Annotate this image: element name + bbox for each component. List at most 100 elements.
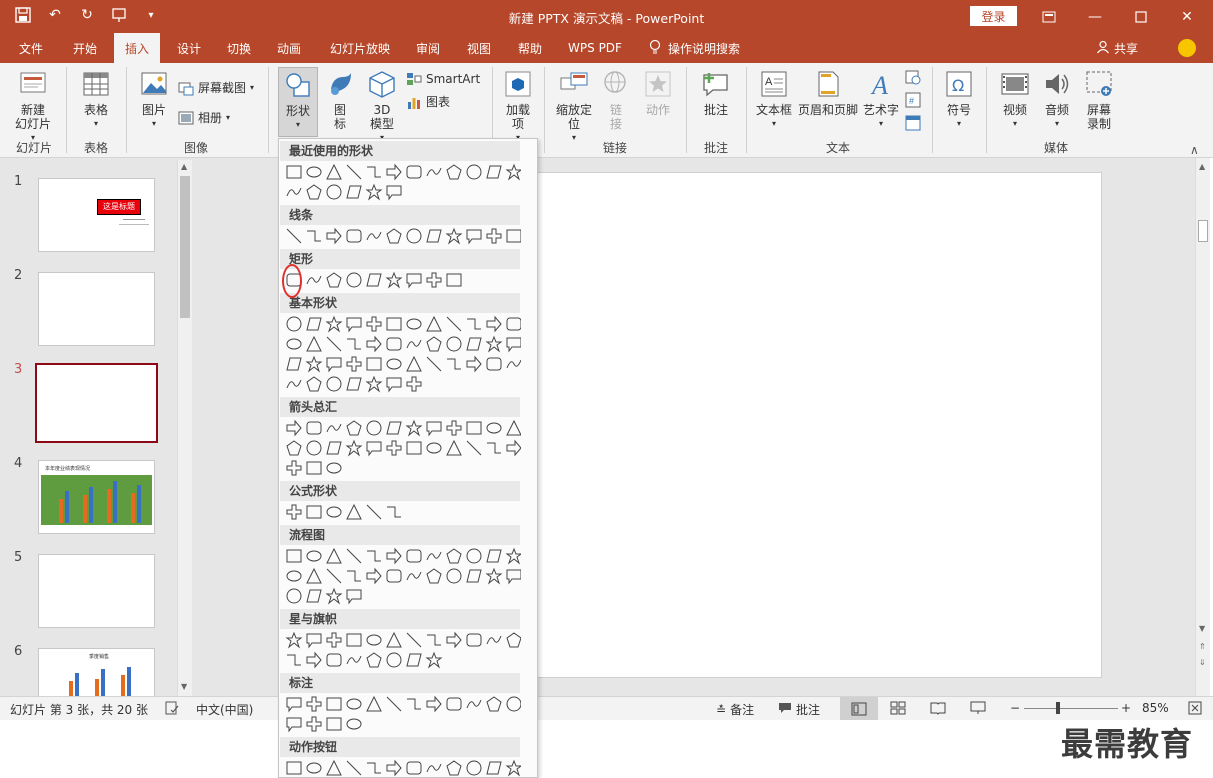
screenshot-button[interactable]: 屏幕截图 ▾ [178, 79, 254, 96]
scroll-up-icon[interactable]: ▲ [181, 162, 187, 171]
shape-option[interactable] [365, 183, 383, 201]
addins-button[interactable]: 加载 项 ▾ [500, 69, 536, 145]
audio-button[interactable]: 音频 ▾ [1038, 69, 1076, 131]
shape-option[interactable] [425, 271, 443, 289]
reading-view-button[interactable] [930, 701, 946, 715]
shape-option[interactable] [365, 695, 383, 713]
shape-option[interactable] [425, 547, 443, 565]
shape-option[interactable] [365, 759, 383, 777]
shape-option[interactable] [385, 631, 403, 649]
shape-option[interactable] [305, 567, 323, 585]
shape-option[interactable] [385, 163, 403, 181]
tab-file[interactable]: 文件 [8, 33, 54, 63]
shape-option[interactable] [405, 335, 423, 353]
notes-button[interactable]: ≛ 备注 [716, 701, 754, 718]
shape-option[interactable] [465, 695, 483, 713]
shape-option[interactable] [365, 227, 383, 245]
ribbon-display-icon[interactable] [1026, 0, 1072, 33]
thumbnails-scrollbar[interactable]: ▲ ▼ [177, 160, 192, 696]
shape-option[interactable] [345, 715, 363, 733]
shape-option[interactable] [345, 547, 363, 565]
close-icon[interactable]: ✕ [1164, 0, 1210, 33]
shape-option[interactable] [345, 439, 363, 457]
shape-option[interactable] [305, 419, 323, 437]
shape-option[interactable] [485, 227, 503, 245]
shape-option[interactable] [425, 315, 443, 333]
shape-option[interactable] [445, 547, 463, 565]
shape-option[interactable] [445, 631, 463, 649]
shape-option[interactable] [285, 183, 303, 201]
shape-option[interactable] [385, 419, 403, 437]
shape-option[interactable] [465, 759, 483, 777]
3d-model-button[interactable]: 3D 模型 ▾ [364, 69, 400, 145]
shape-option[interactable] [325, 183, 343, 201]
editor-scrollbar[interactable]: ▲ ▼ ⇑ ⇓ [1195, 158, 1210, 696]
wordart-button[interactable]: A 艺术字 ▾ [862, 69, 900, 131]
next-slide-icon[interactable]: ⇓ [1199, 658, 1206, 667]
icons-button[interactable]: 图 标 [324, 69, 356, 131]
shape-option[interactable] [485, 567, 503, 585]
tab-help[interactable]: 帮助 [507, 33, 553, 63]
slide-thumbnail-4[interactable]: 本年度业绩表现情况 [38, 460, 155, 534]
shape-option[interactable] [445, 163, 463, 181]
comments-button[interactable]: 批注 [778, 701, 820, 718]
save-icon[interactable] [14, 6, 32, 24]
shape-option[interactable] [385, 335, 403, 353]
shape-option[interactable] [405, 271, 423, 289]
shape-option[interactable] [425, 631, 443, 649]
shape-option[interactable] [365, 567, 383, 585]
tab-transitions[interactable]: 切换 [216, 33, 262, 63]
smartart-button[interactable]: SmartArt [406, 71, 480, 87]
previous-slide-icon[interactable]: ⇑ [1199, 642, 1206, 651]
shape-option[interactable] [365, 163, 383, 181]
shape-option[interactable] [465, 439, 483, 457]
link-button[interactable]: 链 接 [600, 69, 632, 131]
shape-option[interactable] [405, 227, 423, 245]
shape-option[interactable] [345, 271, 363, 289]
shape-option[interactable] [385, 547, 403, 565]
shape-option[interactable] [485, 163, 503, 181]
slide-thumbnail-1[interactable]: 这是标题 [38, 178, 155, 252]
shape-option[interactable] [405, 315, 423, 333]
shape-option[interactable] [305, 547, 323, 565]
shape-option[interactable] [285, 335, 303, 353]
zoom-slider-track[interactable] [1024, 708, 1118, 709]
shape-option[interactable] [485, 439, 503, 457]
shape-option[interactable] [485, 335, 503, 353]
shape-option[interactable] [285, 315, 303, 333]
new-slide-button[interactable]: 新建 幻灯片 ▾ [8, 69, 58, 145]
shape-option[interactable] [285, 503, 303, 521]
textbox-button[interactable]: A 文本框 ▾ [754, 69, 794, 131]
shape-option[interactable] [345, 183, 363, 201]
shape-option[interactable] [365, 631, 383, 649]
shape-option[interactable] [325, 651, 343, 669]
slide-thumbnail-2[interactable] [38, 272, 155, 346]
scrollbar-thumb[interactable] [180, 176, 190, 318]
zoom-level[interactable]: 85% [1142, 701, 1169, 715]
normal-view-button[interactable] [840, 697, 878, 720]
shape-option[interactable] [405, 651, 423, 669]
shape-option[interactable] [385, 375, 403, 393]
minimize-icon[interactable]: — [1072, 0, 1118, 33]
slide-thumbnail-5[interactable] [38, 554, 155, 628]
date-time-icon[interactable] [905, 69, 921, 85]
header-footer-button[interactable]: 页眉和页脚 [796, 69, 860, 117]
shape-option[interactable] [305, 375, 323, 393]
table-button[interactable]: 表格 ▾ [76, 69, 116, 131]
slide-thumbnail-6[interactable]: 季度销售 [38, 648, 155, 696]
shape-option[interactable] [305, 163, 323, 181]
shape-option[interactable] [425, 163, 443, 181]
shape-option[interactable] [285, 695, 303, 713]
shape-option[interactable] [425, 439, 443, 457]
shape-option[interactable] [305, 587, 323, 605]
shape-option[interactable] [305, 759, 323, 777]
shape-option[interactable] [345, 567, 363, 585]
shape-option[interactable] [285, 355, 303, 373]
tab-slideshow[interactable]: 幻灯片放映 [320, 33, 400, 63]
shape-option[interactable] [445, 439, 463, 457]
shape-option[interactable] [445, 695, 463, 713]
shape-option[interactable] [325, 631, 343, 649]
language-status[interactable]: 中文(中国) [196, 701, 253, 718]
shape-option[interactable] [385, 227, 403, 245]
slide-sorter-view-button[interactable] [890, 701, 906, 715]
